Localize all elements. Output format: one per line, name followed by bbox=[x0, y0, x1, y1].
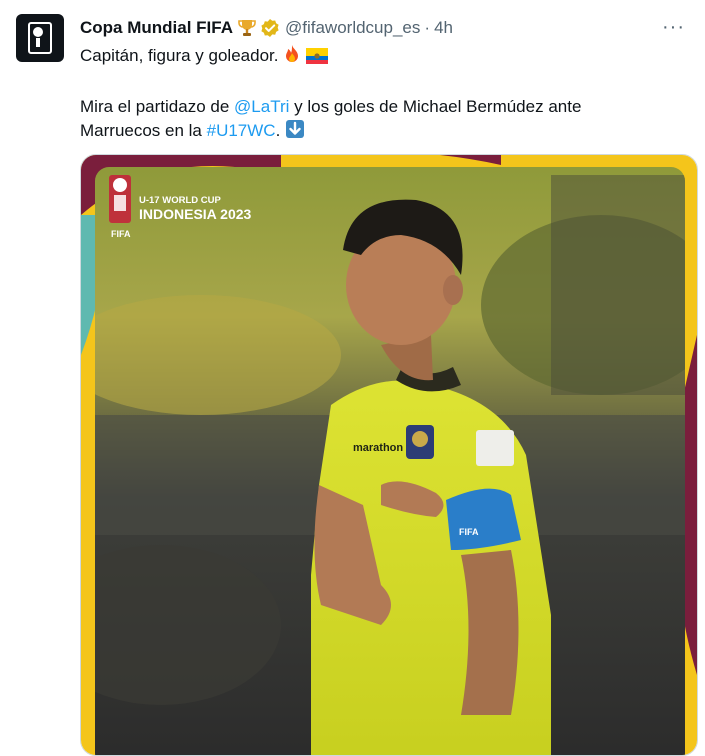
author-handle[interactable]: @fifaworldcup_es bbox=[285, 18, 420, 38]
tweet-header: Copa Mundial FIFA @fifaworldcup_es · 4h … bbox=[80, 16, 685, 40]
ecuador-flag-emoji bbox=[305, 47, 328, 71]
tournament-line-2: INDONESIA 2023 bbox=[139, 206, 252, 222]
tweet-line-2-prefix: Mira el partidazo de bbox=[80, 97, 230, 116]
tournament-line-1: U-17 WORLD CUP bbox=[139, 195, 221, 206]
tweet-line-3: Marruecos en la #U17WC. bbox=[80, 119, 680, 146]
player-photo: marathon FIFA FIFA U-17 WORLD CUP INDONE… bbox=[81, 155, 697, 755]
down-arrow-emoji bbox=[285, 119, 305, 146]
tweet-line-2: Mira el partidazo de @LaTri y los goles … bbox=[80, 95, 680, 119]
fifa-badge-text: FIFA bbox=[111, 229, 131, 239]
tweet-line-1: Capitán, figura y goleador. bbox=[80, 44, 680, 71]
tweet-line-3-suffix: . bbox=[275, 121, 281, 140]
timestamp[interactable]: 4h bbox=[434, 18, 453, 38]
tweet-media-image[interactable]: marathon FIFA FIFA U-17 WORLD CUP INDONE… bbox=[80, 154, 698, 756]
separator: · bbox=[424, 18, 431, 37]
avatar[interactable] bbox=[16, 14, 64, 62]
tweet-blank-line bbox=[80, 71, 680, 95]
author-name[interactable]: Copa Mundial FIFA bbox=[80, 18, 233, 38]
trophy-icon bbox=[238, 18, 256, 38]
more-options-icon[interactable]: ··· bbox=[662, 16, 685, 38]
fire-emoji bbox=[283, 44, 301, 71]
tweet-text: Capitán, figura y goleador. Mira el part… bbox=[80, 44, 680, 146]
hashtag-link[interactable]: #U17WC bbox=[207, 121, 276, 140]
tweet[interactable]: Copa Mundial FIFA @fifaworldcup_es · 4h … bbox=[0, 0, 705, 756]
fifa-logo-icon bbox=[28, 22, 52, 54]
tweet-line-2-mid: y los goles de Michael Bermúdez ante bbox=[294, 97, 582, 116]
tweet-line-3-prefix: Marruecos en la bbox=[80, 121, 202, 140]
mention-link[interactable]: @LaTri bbox=[234, 97, 289, 116]
shirt-brand-text: marathon bbox=[353, 442, 403, 454]
tweet-line-1-text: Capitán, figura y goleador. bbox=[80, 46, 279, 65]
armband-brand-text: FIFA bbox=[459, 527, 479, 537]
verified-badge-icon[interactable] bbox=[260, 18, 280, 38]
